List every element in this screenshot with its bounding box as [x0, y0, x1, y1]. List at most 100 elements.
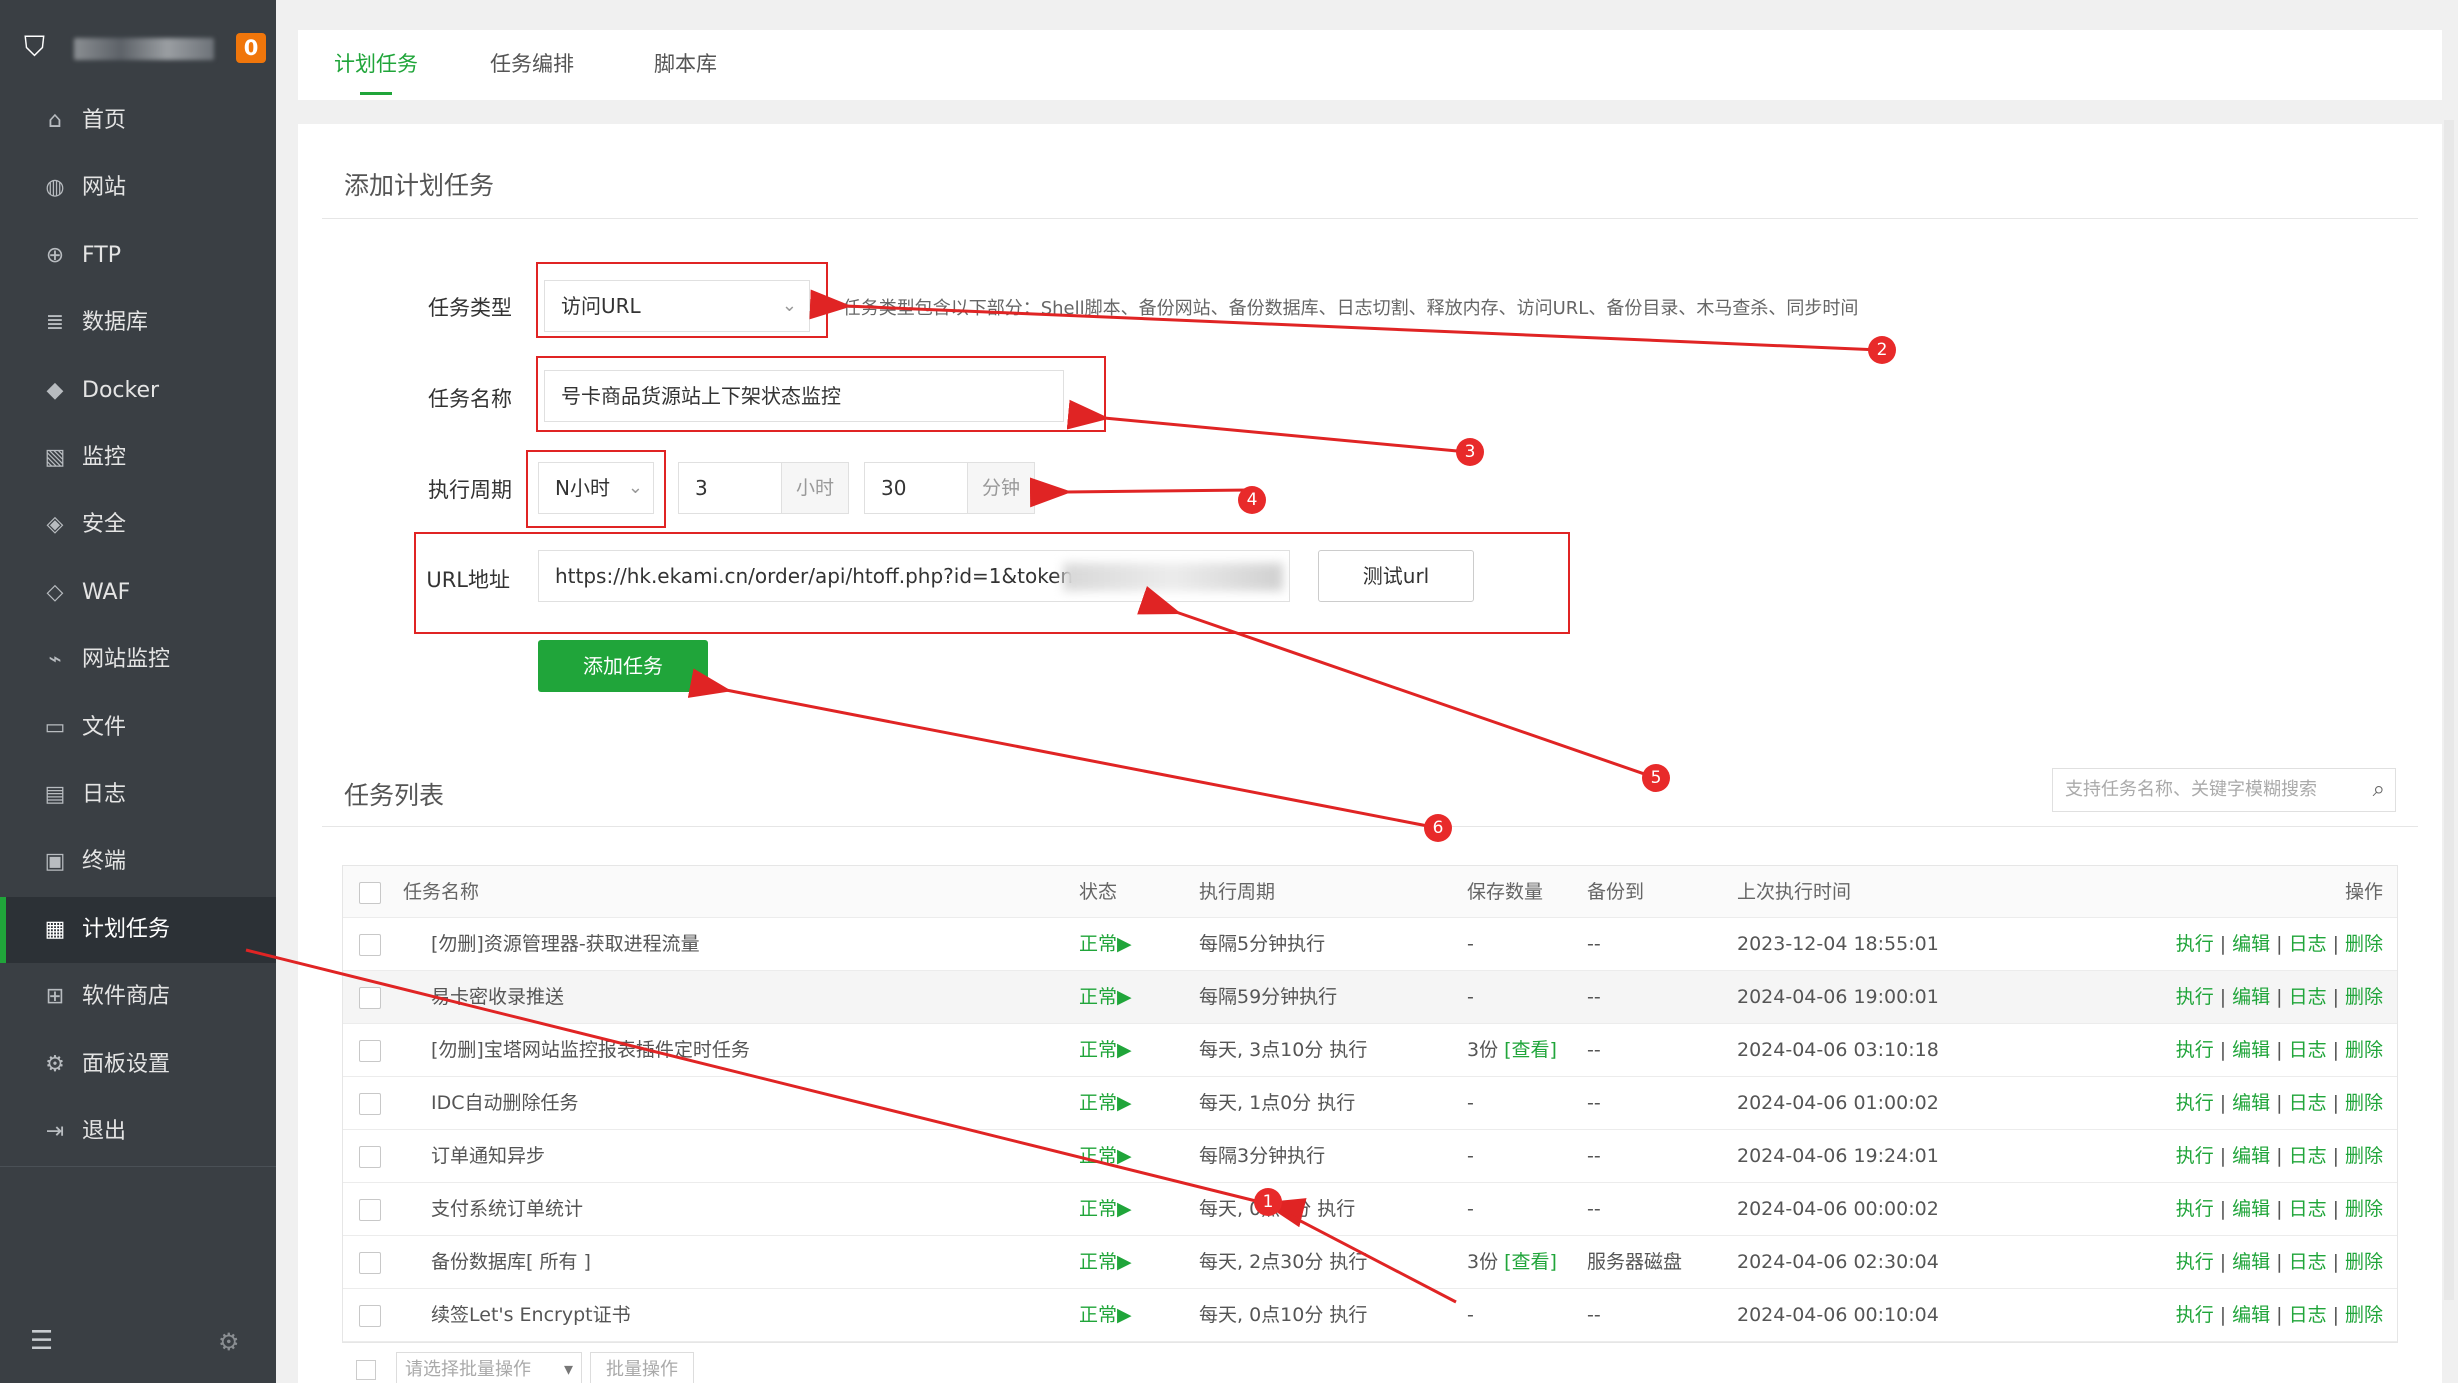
task-status[interactable]: 正常▶ — [1079, 1183, 1132, 1235]
sidebar-item-docker[interactable]: ◆ Docker — [0, 358, 276, 424]
docker-icon: ◆ — [46, 377, 64, 403]
tab-bar: 计划任务 任务编排 脚本库 — [298, 30, 2442, 100]
run-link[interactable]: 执行 — [2176, 933, 2214, 955]
row-checkbox[interactable] — [359, 1146, 381, 1168]
sidebar-item-folder[interactable]: ▭ 文件 — [0, 695, 276, 761]
sidebar-item-shield[interactable]: ◈ 安全 — [0, 492, 276, 558]
task-status[interactable]: 正常▶ — [1079, 971, 1132, 1023]
sidebar-item-settings[interactable]: ⚙ 面板设置 — [0, 1032, 276, 1098]
delete-link[interactable]: 删除 — [2345, 986, 2383, 1008]
log-link[interactable]: 日志 — [2289, 1198, 2327, 1220]
task-name: 易卡密收录推送 — [431, 986, 565, 1008]
log-link[interactable]: 日志 — [2289, 1304, 2327, 1326]
task-status[interactable]: 正常▶ — [1079, 918, 1132, 970]
task-status[interactable]: 正常▶ — [1079, 1236, 1132, 1288]
batch-select[interactable]: 请选择批量操作 ▾ — [396, 1352, 582, 1383]
edit-link[interactable]: 编辑 — [2232, 1251, 2270, 1273]
notification-badge[interactable]: 0 — [236, 33, 266, 63]
delete-link[interactable]: 删除 — [2345, 1304, 2383, 1326]
gear-icon[interactable]: ⚙ — [218, 1328, 240, 1356]
monitor-icon: ▧ — [44, 445, 66, 470]
sidebar-item-apps[interactable]: ⊞ 软件商店 — [0, 964, 276, 1030]
sidebar-item-waf[interactable]: ◇ WAF — [0, 560, 276, 626]
task-keep-count: - — [1467, 971, 1480, 1023]
log-link[interactable]: 日志 — [2289, 986, 2327, 1008]
edit-link[interactable]: 编辑 — [2232, 1304, 2270, 1326]
sidebar-item-home[interactable]: ⌂ 首页 — [0, 88, 276, 154]
add-task-button[interactable]: 添加任务 — [538, 640, 708, 692]
table-row: 支付系统订单统计 正常▶ 每天, 0点0分 执行 - -- 2024-04-06 00:0… — [343, 1183, 2397, 1236]
table-row: 续签Let's Encrypt证书 正常▶ 每天, 0点10分 执行 - -- 2024-… — [343, 1289, 2397, 1342]
log-link[interactable]: 日志 — [2289, 1145, 2327, 1167]
edit-link[interactable]: 编辑 — [2232, 1092, 2270, 1114]
sidebar-item-log[interactable]: ▤ 日志 — [0, 762, 276, 828]
task-status[interactable]: 正常▶ — [1079, 1024, 1132, 1076]
delete-link[interactable]: 删除 — [2345, 1039, 2383, 1061]
delete-link[interactable]: 删除 — [2345, 1092, 2383, 1114]
row-checkbox[interactable] — [359, 1199, 381, 1221]
waf-icon: ◇ — [46, 579, 64, 605]
task-status[interactable]: 正常▶ — [1079, 1289, 1132, 1341]
log-link[interactable]: 日志 — [2289, 933, 2327, 955]
sidebar-item-site-monitor[interactable]: ⌁ 网站监控 — [0, 627, 276, 693]
log-link[interactable]: 日志 — [2289, 1039, 2327, 1061]
hours-input[interactable]: 3 — [678, 462, 782, 514]
edit-link[interactable]: 编辑 — [2232, 1145, 2270, 1167]
run-link[interactable]: 执行 — [2176, 1198, 2214, 1220]
edit-link[interactable]: 编辑 — [2232, 933, 2270, 955]
separator: | — [2276, 1304, 2283, 1326]
collapse-menu-icon[interactable]: ☰ — [30, 1326, 53, 1356]
footer-checkbox[interactable] — [356, 1360, 376, 1380]
tab-script-library[interactable]: 脚本库 — [654, 30, 717, 100]
view-backups-link[interactable]: [查看] — [1504, 1251, 1557, 1273]
edit-link[interactable]: 编辑 — [2232, 1198, 2270, 1220]
row-checkbox[interactable] — [359, 1093, 381, 1115]
sidebar-item-calendar[interactable]: ▦ 计划任务 — [0, 896, 276, 963]
edit-link[interactable]: 编辑 — [2232, 986, 2270, 1008]
sidebar-item-label: 面板设置 — [82, 1051, 171, 1077]
row-checkbox[interactable] — [359, 1252, 381, 1274]
log-link[interactable]: 日志 — [2289, 1092, 2327, 1114]
task-status[interactable]: 正常▶ — [1079, 1077, 1132, 1129]
delete-link[interactable]: 删除 — [2345, 933, 2383, 955]
sidebar-item-globe[interactable]: ◍ 网站 — [0, 155, 276, 221]
edit-link[interactable]: 编辑 — [2232, 1039, 2270, 1061]
separator: | — [2332, 1039, 2339, 1061]
run-link[interactable]: 执行 — [2176, 1092, 2214, 1114]
tab-scheduled-tasks[interactable]: 计划任务 — [334, 30, 418, 100]
keep-count-value: 3份 — [1467, 1039, 1499, 1061]
folder-icon: ▭ — [44, 714, 66, 740]
tab-task-orchestration[interactable]: 任务编排 — [490, 30, 574, 100]
table-row: 订单通知异步 正常▶ 每隔3分钟执行 - -- 2024-04-06 19:24:01 执行… — [343, 1130, 2397, 1183]
minutes-input[interactable]: 30 — [864, 462, 968, 514]
task-status[interactable]: 正常▶ — [1079, 1130, 1132, 1182]
annotation-number-6: 6 — [1424, 814, 1452, 842]
row-checkbox[interactable] — [359, 987, 381, 1009]
run-link[interactable]: 执行 — [2176, 1304, 2214, 1326]
sidebar-item-terminal[interactable]: ▣ 终端 — [0, 829, 276, 895]
delete-link[interactable]: 删除 — [2345, 1198, 2383, 1220]
delete-link[interactable]: 删除 — [2345, 1251, 2383, 1273]
task-search-input[interactable]: 支持任务名称、关键字模糊搜索 ⌕ — [2052, 768, 2396, 812]
run-link[interactable]: 执行 — [2176, 986, 2214, 1008]
run-link[interactable]: 执行 — [2176, 1251, 2214, 1273]
row-checkbox[interactable] — [359, 1040, 381, 1062]
page-scrollbar[interactable] — [2444, 120, 2454, 1300]
search-icon[interactable]: ⌕ — [2373, 769, 2385, 811]
task-last-run: 2024-04-06 00:00:02 — [1737, 1198, 1939, 1220]
sidebar-item-logout[interactable]: ⇥ 退出 — [0, 1099, 276, 1165]
select-all-checkbox[interactable] — [359, 882, 381, 904]
row-checkbox[interactable] — [359, 1305, 381, 1327]
table-header: 任务名称 状态 执行周期 保存数量 备份到 上次执行时间 操作 — [343, 866, 2397, 918]
delete-link[interactable]: 删除 — [2345, 1145, 2383, 1167]
sidebar-item-ftp[interactable]: ⊕ FTP — [0, 223, 276, 289]
run-link[interactable]: 执行 — [2176, 1145, 2214, 1167]
batch-action-button[interactable]: 批量操作 — [590, 1352, 694, 1383]
row-checkbox[interactable] — [359, 934, 381, 956]
sidebar-item-monitor[interactable]: ▧ 监控 — [0, 425, 276, 491]
sidebar-item-database[interactable]: ≣ 数据库 — [0, 290, 276, 356]
log-link[interactable]: 日志 — [2289, 1251, 2327, 1273]
annotation-number-1: 1 — [1254, 1188, 1282, 1216]
run-link[interactable]: 执行 — [2176, 1039, 2214, 1061]
view-backups-link[interactable]: [查看] — [1504, 1039, 1557, 1061]
